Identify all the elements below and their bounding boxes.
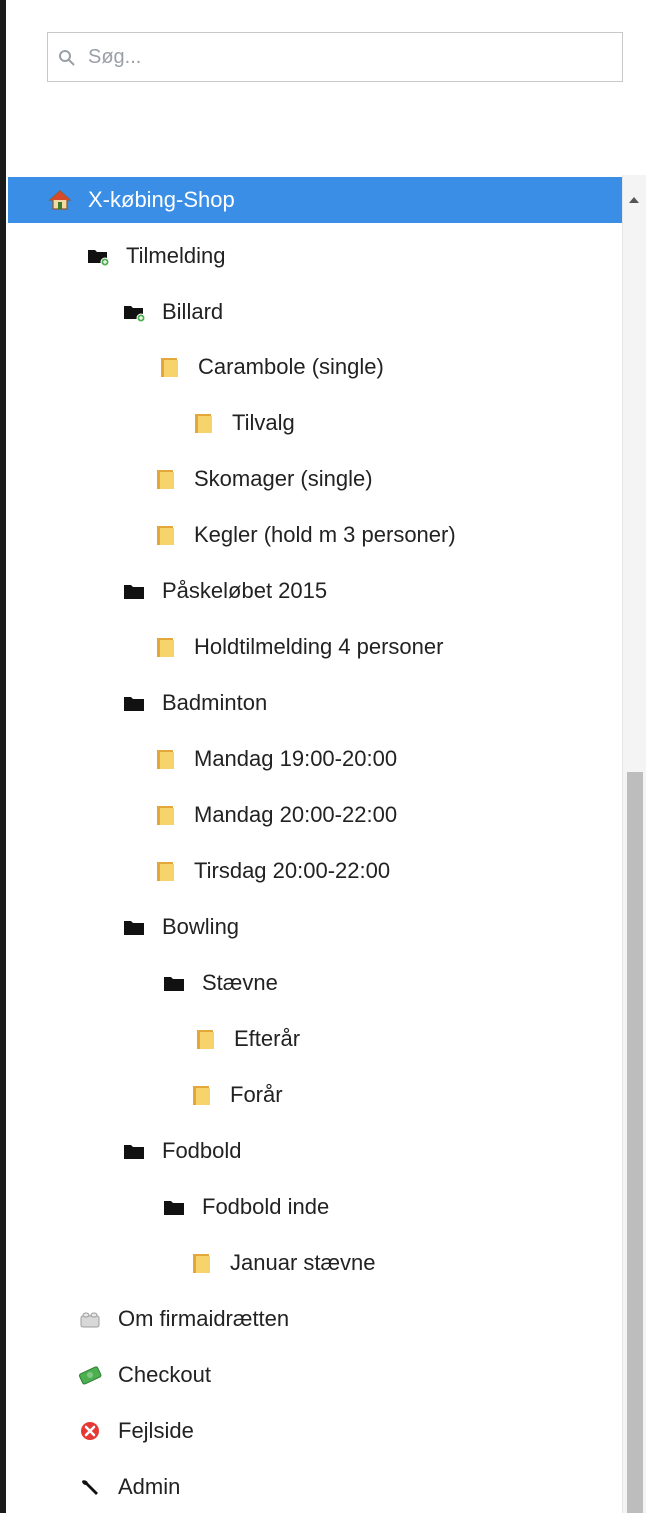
window-left-border <box>0 0 6 1513</box>
tree-node-x-kobing-shop[interactable]: X-købing-Shop <box>8 177 622 223</box>
folder-yellow-icon <box>154 467 178 491</box>
tree-node-label: Fodbold <box>162 1138 242 1163</box>
tree-node-tilmelding[interactable]: Tilmelding <box>86 233 225 279</box>
tree-node-mandag-1[interactable]: Mandag 19:00-20:00 <box>154 736 397 782</box>
tree-node-label: Badminton <box>162 690 268 715</box>
tree-node-label: Mandag 19:00-20:00 <box>194 746 398 771</box>
folder-yellow-icon <box>154 747 178 771</box>
tree-node-label: Fodbold inde <box>202 1194 330 1219</box>
folder-black-icon <box>122 579 146 603</box>
tree-node-label: Billard <box>162 299 224 324</box>
tree-scrollbar[interactable] <box>622 175 646 1513</box>
tree-node-skomager[interactable]: Skomager (single) <box>154 456 373 502</box>
folder-yellow-icon <box>158 355 182 379</box>
search-box[interactable] <box>47 32 623 82</box>
wrench-icon <box>78 1475 102 1499</box>
tree-node-kegler[interactable]: Kegler (hold m 3 personer) <box>154 512 456 558</box>
error-icon <box>78 1419 102 1443</box>
tree-node-label: Tirsdag 20:00-22:00 <box>194 858 391 883</box>
tree-node-label: Påskeløbet 2015 <box>162 578 328 603</box>
folder-black-icon <box>122 1139 146 1163</box>
tree-node-mandag-2[interactable]: Mandag 20:00-22:00 <box>154 792 397 838</box>
tree-node-label: Mandag 20:00-22:00 <box>194 802 398 827</box>
tree-node-label: Tilvalg <box>232 410 295 435</box>
folder-add-icon <box>122 300 146 324</box>
tree-node-label: Checkout <box>118 1362 211 1387</box>
tree-node-label: X-købing-Shop <box>88 187 235 212</box>
folder-black-icon <box>122 915 146 939</box>
folder-black-icon <box>162 1195 186 1219</box>
money-icon <box>78 1363 102 1387</box>
tree-node-badminton[interactable]: Badminton <box>122 680 267 726</box>
tree-node-fejlside[interactable]: Fejlside <box>78 1408 194 1454</box>
tree-node-tilvalg[interactable]: Tilvalg <box>192 400 295 446</box>
tree-node-label: Bowling <box>162 914 240 939</box>
folder-yellow-icon <box>154 803 178 827</box>
tree-node-checkout[interactable]: Checkout <box>78 1352 211 1398</box>
tree-node-label: Fejlside <box>118 1418 194 1443</box>
folder-yellow-icon <box>190 1083 214 1107</box>
tree-node-label: Om firmaidrætten <box>118 1306 290 1331</box>
tree-node-januar-staevne[interactable]: Januar stævne <box>190 1240 376 1286</box>
tree-node-paskelobet[interactable]: Påskeløbet 2015 <box>122 568 327 614</box>
tree-node-carambole[interactable]: Carambole (single) <box>158 344 384 390</box>
folder-yellow-icon <box>190 1251 214 1275</box>
folder-yellow-icon <box>192 411 216 435</box>
tree-node-fodbold-inde[interactable]: Fodbold inde <box>162 1184 329 1230</box>
tree-node-label: Carambole (single) <box>198 354 384 379</box>
tree-node-label: Januar stævne <box>230 1250 376 1275</box>
tree-node-label: Kegler (hold m 3 personer) <box>194 522 456 547</box>
app-frame: X-købing-Shop Tilmelding Billard <box>0 0 646 1513</box>
page-tree: X-købing-Shop Tilmelding Billard Carambo… <box>8 175 622 1513</box>
folder-yellow-icon <box>154 859 178 883</box>
tree-node-bowling[interactable]: Bowling <box>122 904 239 950</box>
tree-node-label: Skomager (single) <box>194 466 373 491</box>
tree-node-tirsdag[interactable]: Tirsdag 20:00-22:00 <box>154 848 390 894</box>
tree-node-label: Holdtilmelding 4 personer <box>194 634 444 659</box>
tree-node-fodbold[interactable]: Fodbold <box>122 1128 242 1174</box>
home-icon <box>48 188 72 212</box>
folder-yellow-icon <box>154 523 178 547</box>
folder-add-icon <box>86 244 110 268</box>
search-icon <box>59 50 75 66</box>
folder-yellow-icon <box>154 635 178 659</box>
tree-node-om-firmaidraetten[interactable]: Om firmaidrætten <box>78 1296 289 1342</box>
folder-yellow-icon <box>194 1027 218 1051</box>
lego-block-icon <box>78 1307 102 1331</box>
folder-black-icon <box>162 971 186 995</box>
scroll-thumb[interactable] <box>627 772 643 1513</box>
tree-node-holdtilmelding[interactable]: Holdtilmelding 4 personer <box>154 624 443 670</box>
tree-node-label: Efterår <box>234 1026 301 1051</box>
folder-black-icon <box>122 691 146 715</box>
tree-node-admin[interactable]: Admin <box>78 1464 180 1510</box>
tree-node-label: Stævne <box>202 970 278 995</box>
tree-node-efterar[interactable]: Efterår <box>194 1016 300 1062</box>
tree-node-staevne[interactable]: Stævne <box>162 960 278 1006</box>
tree-node-billard[interactable]: Billard <box>122 289 223 335</box>
tree-node-label: Forår <box>230 1082 283 1107</box>
tree-node-label: Admin <box>118 1474 181 1499</box>
scroll-up-arrow-icon[interactable] <box>629 197 639 203</box>
tree-node-label: Tilmelding <box>126 243 226 268</box>
tree-node-forar[interactable]: Forår <box>190 1072 283 1118</box>
search-input[interactable] <box>88 41 608 73</box>
